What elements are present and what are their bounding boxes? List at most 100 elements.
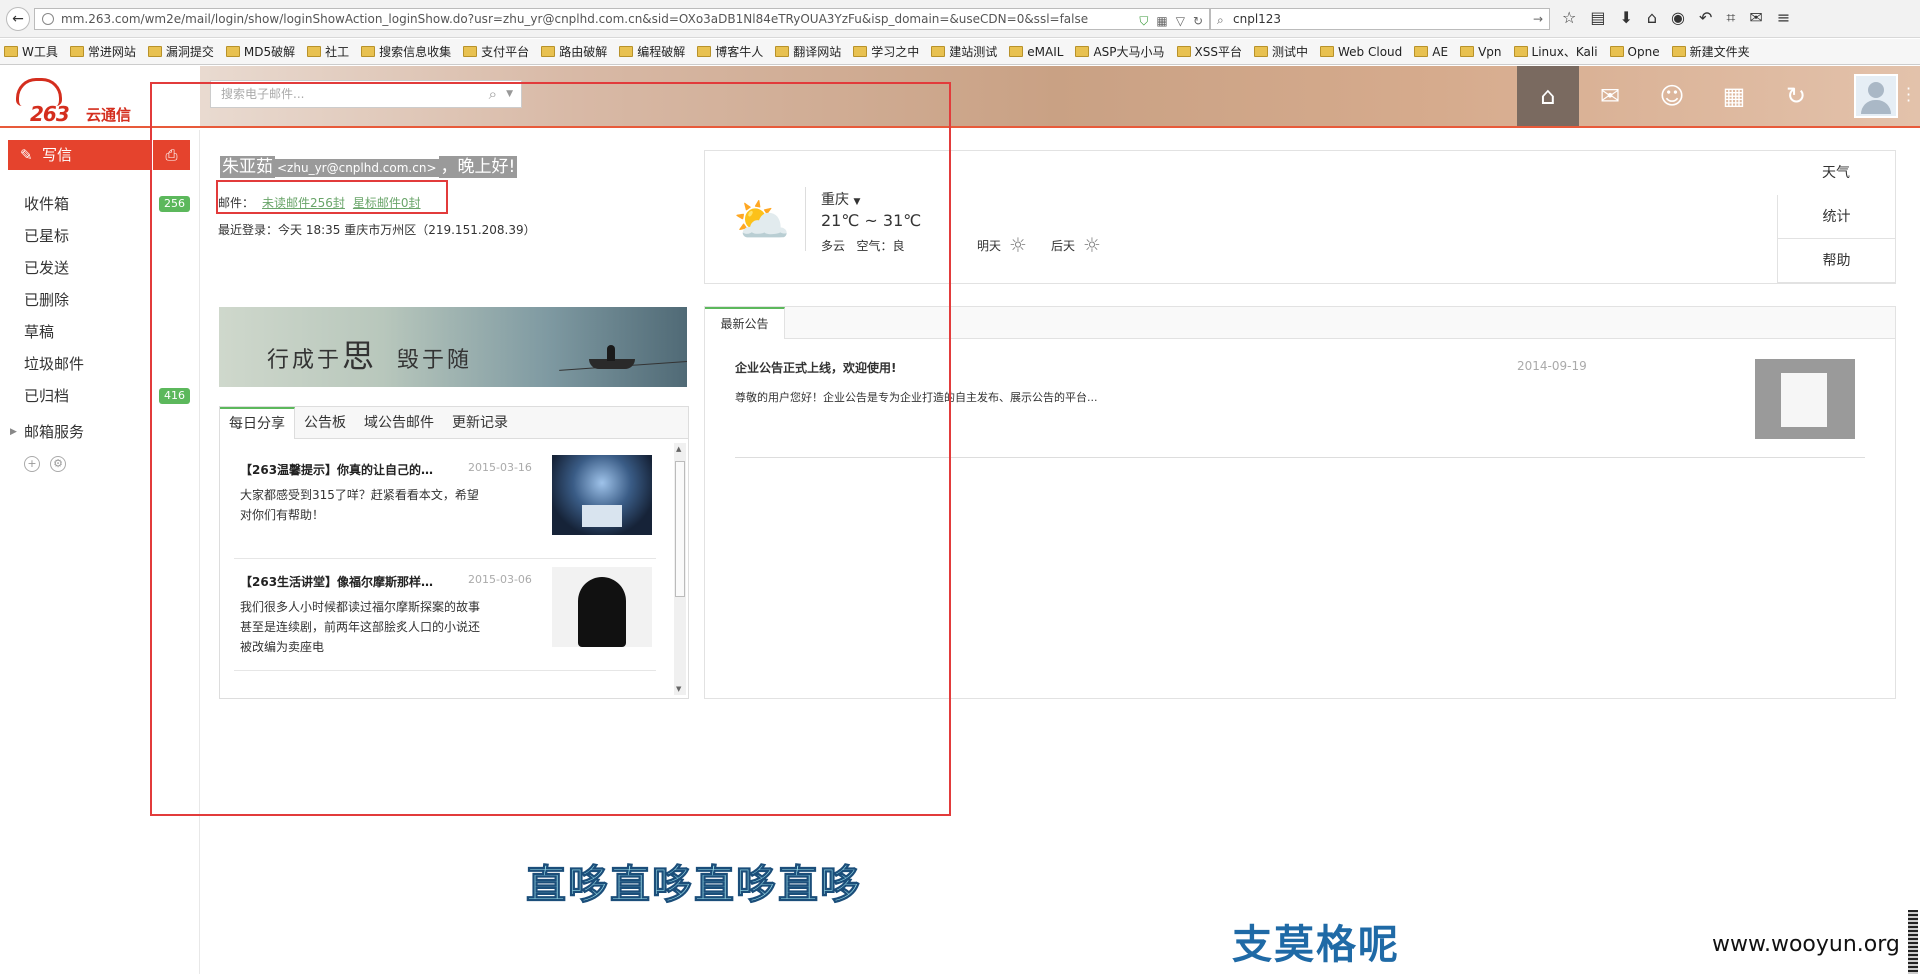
- forecast-tomorrow: 明天 ☼: [977, 233, 1027, 257]
- notice-document-icon[interactable]: [1755, 359, 1855, 439]
- annotation-box-small: [216, 180, 448, 214]
- folder-icon: [541, 46, 556, 57]
- folder-label: 已删除: [24, 291, 70, 309]
- bookmark-item[interactable]: 测试中: [1254, 43, 1308, 60]
- bookmark-item[interactable]: 新建文件夹: [1671, 43, 1750, 60]
- chevron-right-icon: ▶: [10, 427, 17, 437]
- pen-icon: ✎: [20, 146, 33, 164]
- bookmark-item[interactable]: Linux、Kali: [1513, 43, 1598, 60]
- bookmark-label: 建站测试: [949, 45, 998, 59]
- home-nav-icon[interactable]: ⌂: [1517, 66, 1579, 126]
- contacts-nav-icon[interactable]: ☺: [1641, 66, 1703, 126]
- folder-label: 收件箱: [24, 195, 70, 213]
- wrench-icon[interactable]: ⚙: [50, 456, 66, 472]
- bookmark-label: 搜索信息收集: [379, 45, 452, 59]
- bookmark-item[interactable]: eMAIL: [1009, 45, 1063, 59]
- folder-icon: [463, 46, 478, 57]
- bookmark-item[interactable]: 搜索信息收集: [361, 43, 451, 60]
- bookmark-item[interactable]: XSS平台: [1176, 43, 1242, 60]
- calendar-nav-icon[interactable]: ▦: [1703, 66, 1765, 126]
- bookmark-item[interactable]: 编程破解: [619, 43, 685, 60]
- sun-icon: ☼: [1083, 233, 1101, 257]
- wooyun-watermark: www.wooyun.org: [1712, 932, 1900, 957]
- bookmark-label: AE: [1432, 44, 1449, 59]
- folder-icon: [1671, 46, 1686, 57]
- bookmark-label: Opne: [1627, 44, 1660, 59]
- bookmark-item[interactable]: 学习之中: [853, 43, 919, 60]
- logo-text: 263: [30, 102, 70, 126]
- bookmark-label: 路由破解: [559, 45, 608, 59]
- folder-label: 草稿: [24, 323, 55, 341]
- folder-icon: [619, 46, 634, 57]
- bookmark-label: ASP大马小马: [1093, 45, 1165, 59]
- weather-tab[interactable]: 帮助: [1777, 239, 1895, 283]
- bookmark-label: XSS平台: [1194, 45, 1242, 59]
- bookmark-label: 测试中: [1272, 45, 1309, 59]
- sun-icon: ☼: [1009, 233, 1027, 257]
- folder-icon: [1075, 46, 1090, 57]
- folder-icon: [1320, 46, 1335, 57]
- menu-icon[interactable]: ≡: [1777, 8, 1790, 28]
- folder-icon: [4, 46, 18, 57]
- qr-icon[interactable]: ▦: [1156, 11, 1167, 29]
- folder-icon: [69, 46, 84, 57]
- service-label: 邮箱服务: [24, 423, 85, 441]
- bookmark-item[interactable]: 漏洞提交: [147, 43, 214, 60]
- bookmark-item[interactable]: AE: [1414, 45, 1448, 59]
- bookmark-item[interactable]: W工具: [4, 43, 58, 60]
- bookmark-item[interactable]: 支付平台: [463, 43, 529, 60]
- bookmark-item[interactable]: ASP大马小马: [1075, 43, 1165, 60]
- globe-icon: [42, 13, 54, 25]
- star-icon[interactable]: ☆: [1562, 8, 1576, 28]
- bookmark-item[interactable]: 博客牛人: [697, 43, 763, 60]
- bookmark-item[interactable]: Vpn: [1460, 44, 1502, 59]
- avatar[interactable]: [1854, 74, 1898, 118]
- forecast-day-after: 后天 ☼: [1051, 233, 1101, 257]
- folder-icon: [931, 46, 946, 57]
- more-icon[interactable]: · · ·: [1906, 81, 1911, 109]
- bookmark-label: 翻译网站: [793, 45, 842, 59]
- chat-icon[interactable]: ◉: [1671, 8, 1685, 28]
- bookmark-label: 支付平台: [481, 45, 530, 59]
- bookmark-item[interactable]: 翻译网站: [775, 43, 841, 60]
- back-button[interactable]: ←: [6, 7, 30, 31]
- bookmark-label: W工具: [22, 45, 58, 59]
- bookmark-label: Vpn: [1478, 44, 1502, 59]
- weather-tab[interactable]: 统计: [1777, 195, 1895, 239]
- mail-nav-icon[interactable]: ✉: [1579, 66, 1641, 126]
- compose-label: 写信: [42, 146, 73, 164]
- bookmark-item[interactable]: 路由破解: [541, 43, 607, 60]
- crop-icon[interactable]: ⌗: [1726, 8, 1735, 28]
- bookmark-item[interactable]: 常进网站: [69, 43, 136, 60]
- day-after-label: 后天: [1051, 238, 1076, 253]
- sync-nav-icon[interactable]: ↻: [1765, 66, 1827, 126]
- folder-icon: [775, 46, 790, 57]
- bookmark-item[interactable]: Opne: [1609, 44, 1660, 59]
- undo-icon[interactable]: ↶: [1699, 8, 1712, 28]
- bookmark-item[interactable]: 社工: [307, 43, 349, 60]
- browser-search-input[interactable]: ⌕ cnpl123 →: [1210, 8, 1550, 30]
- address-bar[interactable]: mm.263.com/wm2e/mail/login/show/loginSho…: [34, 8, 1210, 30]
- bookmark-label: eMAIL: [1027, 44, 1064, 59]
- url-text: mm.263.com/wm2e/mail/login/show/loginSho…: [61, 12, 1089, 26]
- arrow-right-icon[interactable]: →: [1533, 9, 1543, 29]
- dropdown-icon[interactable]: ▽: [1176, 11, 1185, 29]
- comment-icon[interactable]: ✉: [1749, 8, 1762, 28]
- folder-icon: [147, 46, 162, 57]
- shield-icon[interactable]: ⛉: [1139, 11, 1148, 29]
- clipboard-icon[interactable]: ▤: [1590, 8, 1605, 28]
- bookmark-item[interactable]: Web Cloud: [1320, 45, 1402, 59]
- browser-toolbar: ← mm.263.com/wm2e/mail/login/show/loginS…: [0, 0, 1920, 38]
- folder-icon: [1009, 46, 1024, 57]
- bookmark-label: 漏洞提交: [165, 45, 214, 59]
- add-icon[interactable]: +: [24, 456, 40, 472]
- folder-icon: [1513, 46, 1528, 57]
- download-icon[interactable]: ⬇: [1619, 8, 1632, 28]
- folder-icon: [1176, 46, 1191, 57]
- home-icon[interactable]: ⌂: [1647, 8, 1657, 28]
- bookmark-label: Web Cloud: [1338, 44, 1403, 59]
- weather-tab[interactable]: 天气: [1777, 151, 1895, 195]
- bookmark-item[interactable]: MD5破解: [225, 43, 295, 60]
- bookmark-item[interactable]: 建站测试: [931, 43, 997, 60]
- reload-icon[interactable]: ↻: [1193, 11, 1203, 29]
